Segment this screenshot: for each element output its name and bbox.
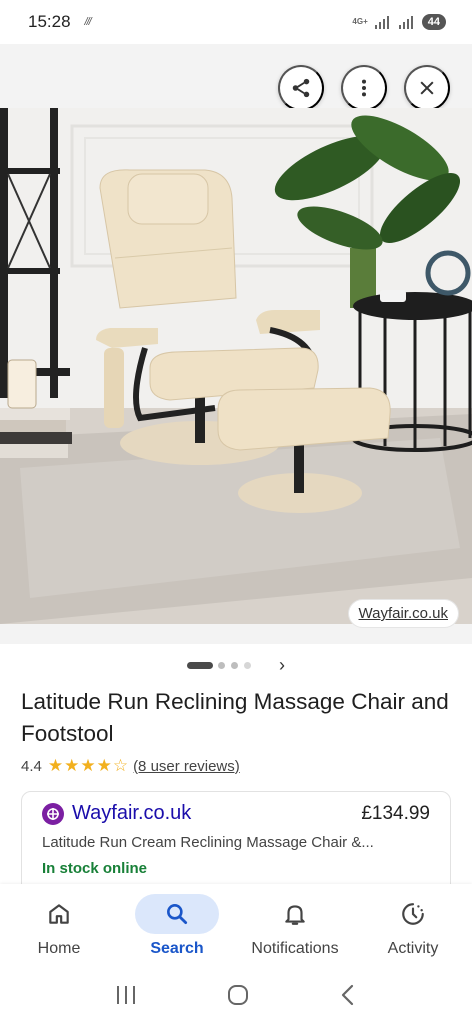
more-vert-icon: [361, 79, 367, 97]
status-time: 15:28: [28, 12, 71, 31]
rating-row: 4.4 ★★★★☆ (8 user reviews): [21, 756, 240, 776]
home-icon-wrap: [17, 894, 101, 934]
history-icon-wrap: [371, 894, 455, 934]
nav-activity-label: Activity: [387, 940, 439, 957]
network-type-label: 4G+: [352, 17, 368, 26]
merchant-name[interactable]: Wayfair.co.uk: [72, 802, 191, 825]
pager-dot[interactable]: [231, 661, 238, 669]
image-source-link[interactable]: Wayfair.co.uk: [348, 600, 458, 627]
network-activity-icon: ///: [84, 16, 92, 28]
nav-search[interactable]: Search: [118, 884, 236, 966]
bell-icon: [285, 905, 305, 925]
more-options-button[interactable]: [341, 65, 387, 111]
product-title: Latitude Run Reclining Massage Chair and…: [21, 689, 449, 746]
recent-apps-icon[interactable]: [114, 984, 138, 1006]
share-icon: [292, 78, 310, 98]
search-icon: [167, 904, 188, 925]
signal-icon: [374, 16, 389, 29]
offer-description: Latitude Run Cream Reclining Massage Cha…: [42, 834, 374, 851]
nav-home[interactable]: Home: [0, 884, 118, 966]
pager-dot[interactable]: [244, 661, 251, 669]
status-bar: 15:28 /// 4G+ 44: [0, 0, 472, 44]
merchant-row: Wayfair.co.uk £134.99: [42, 802, 430, 825]
nav-search-label: Search: [150, 940, 204, 957]
stock-status: In stock online: [42, 860, 148, 877]
bottom-navigation: Home Search Notifications Activity: [0, 884, 472, 966]
signal-icon-2: [398, 16, 413, 29]
product-photo: [0, 108, 472, 624]
price: £134.99: [361, 802, 430, 824]
merchant-logo-icon: [42, 802, 64, 825]
home-button-icon[interactable]: [226, 983, 250, 1007]
history-icon: [402, 903, 424, 925]
back-icon[interactable]: [338, 983, 358, 1007]
status-icons: 4G+ 44: [352, 14, 446, 30]
image-viewer: Wayfair.co.uk: [0, 44, 472, 644]
pager-dot[interactable]: [218, 661, 225, 669]
home-icon: [49, 904, 69, 924]
pager-dot-active[interactable]: [187, 661, 213, 669]
star-rating-icon: ★★★★☆: [47, 756, 130, 775]
image-pager: ›: [0, 655, 472, 675]
close-icon: [420, 81, 434, 95]
share-button[interactable]: [278, 65, 324, 111]
rating-value: 4.4: [21, 757, 42, 775]
reviews-link[interactable]: (8 user reviews): [133, 758, 240, 775]
battery-icon: 44: [421, 14, 446, 30]
nav-notifications-label: Notifications: [251, 940, 339, 957]
search-icon-wrap: [135, 894, 219, 934]
close-button[interactable]: [404, 65, 450, 111]
bell-icon-wrap: [253, 894, 337, 934]
system-navigation-bar: [0, 966, 472, 1024]
nav-activity[interactable]: Activity: [354, 884, 472, 966]
nav-home-label: Home: [37, 940, 81, 957]
product-image[interactable]: [0, 108, 472, 624]
chevron-right-icon[interactable]: ›: [279, 655, 285, 676]
nav-notifications[interactable]: Notifications: [236, 884, 354, 966]
